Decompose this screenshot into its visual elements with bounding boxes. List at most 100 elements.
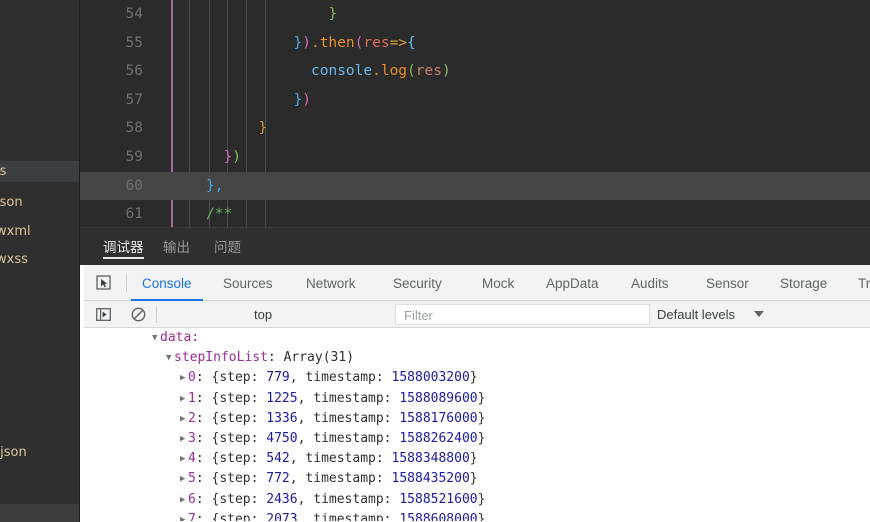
code-line[interactable]: 58}: [80, 114, 870, 143]
entry-step-key: step:: [219, 451, 267, 467]
collapse-triangle-icon[interactable]: ▶: [180, 368, 185, 388]
entry-step-value: 1336: [266, 410, 298, 426]
devtools-tab-appdata[interactable]: AppData: [544, 265, 601, 301]
line-number: 57: [125, 91, 143, 108]
devtools-tab-audits[interactable]: Audits: [629, 265, 671, 301]
devtools-tab-sources[interactable]: Sources: [221, 265, 275, 301]
entry-step-key: step:: [219, 430, 267, 446]
devtools-tab-tr[interactable]: Tr: [856, 265, 870, 301]
panel-tab-2[interactable]: 问题: [211, 228, 244, 265]
entry-open: : {: [195, 390, 220, 406]
entry-timestamp-key: , timestamp:: [297, 491, 400, 507]
console-array-entry[interactable]: ▶ 6: {step: 2436, timestamp: 1588521600}: [84, 490, 870, 510]
inspect-element-icon[interactable]: [93, 272, 115, 293]
devtools-tabbar[interactable]: Console Sources Network Security Mock AppData…: [84, 265, 870, 301]
console-array-entry[interactable]: ▶ 7: {step: 2073, timestamp: 1588608000}: [84, 510, 870, 521]
console-log-levels-label[interactable]: Default levels: [657, 301, 735, 328]
code-line-text: }).then(res=>{: [143, 29, 416, 58]
sidebar-file-item[interactable]: json: [0, 192, 79, 213]
entry-open: : {: [195, 451, 220, 467]
entry-close: }: [477, 390, 486, 406]
console-array-entry[interactable]: ▶ 0: {step: 779, timestamp: 1588003200}: [84, 368, 870, 388]
line-number: 61: [125, 206, 143, 223]
sidebar-file-item[interactable]: js: [0, 161, 79, 182]
sidebar-file-item[interactable]: wxss: [0, 249, 79, 270]
entry-step-key: step:: [219, 471, 267, 487]
line-number: 58: [125, 120, 143, 137]
line-number: 60: [125, 177, 143, 194]
sidebar-file-item[interactable]: wxml: [0, 221, 79, 242]
entry-index: 3: [188, 430, 196, 446]
collapse-triangle-icon[interactable]: ▶: [180, 389, 185, 409]
code-token: ): [302, 34, 311, 51]
code-token: {: [407, 34, 416, 51]
devtools-tab-console[interactable]: Console: [131, 265, 202, 301]
console-row-root[interactable]: ▼ data:: [84, 328, 870, 348]
collapse-triangle-icon[interactable]: ▶: [180, 429, 185, 449]
entry-timestamp-key: , timestamp:: [289, 451, 392, 467]
line-number: 59: [125, 148, 143, 165]
code-token: ): [302, 91, 311, 108]
code-line-text: }): [143, 86, 311, 115]
panel-tab-1[interactable]: 输出: [160, 228, 193, 265]
code-line[interactable]: 57}): [80, 86, 870, 115]
entry-close: }: [477, 430, 486, 446]
expand-triangle-icon[interactable]: ▼: [166, 348, 171, 368]
code-token: (: [407, 63, 416, 80]
entry-index: 1: [188, 390, 196, 406]
line-number: 54: [125, 6, 143, 22]
devtools-tab-mock[interactable]: Mock: [480, 265, 516, 301]
code-token: }: [293, 91, 303, 108]
entry-timestamp-key: , timestamp:: [289, 370, 392, 386]
code-token: res: [363, 34, 390, 51]
console-root-label: data:: [160, 330, 200, 345]
code-line[interactable]: 61 /**: [80, 200, 870, 228]
console-sidebar-icon[interactable]: [93, 305, 113, 324]
console-array-entry[interactable]: ▶ 4: {step: 542, timestamp: 1588348800}: [84, 449, 870, 469]
code-token: then: [319, 34, 355, 51]
collapse-triangle-icon[interactable]: ▶: [180, 409, 185, 429]
devtools-tab-security[interactable]: Security: [391, 265, 444, 301]
array-value-label: Array(31): [283, 350, 355, 366]
code-line[interactable]: 56 console.log(res): [80, 57, 870, 86]
console-array-entry[interactable]: ▶ 3: {step: 4750, timestamp: 1588262400}: [84, 429, 870, 449]
collapse-triangle-icon[interactable]: ▶: [180, 469, 185, 489]
code-editor[interactable]: 54} 55}).then(res=>{56 console.log(res) 57}…: [80, 0, 870, 228]
entry-close: }: [469, 370, 478, 386]
expand-triangle-icon[interactable]: ▼: [152, 328, 157, 348]
code-line[interactable]: 55}).then(res=>{: [80, 29, 870, 58]
panel-tab-0[interactable]: 调试器: [100, 228, 147, 265]
code-line-text: /**: [143, 200, 232, 228]
collapse-triangle-icon[interactable]: ▶: [180, 510, 185, 521]
devtools-tab-storage[interactable]: Storage: [778, 265, 829, 301]
console-filter-input[interactable]: Filter: [395, 304, 650, 325]
console-row-array[interactable]: ▼ stepInfoList: Array(31): [84, 348, 870, 368]
entry-timestamp-key: , timestamp:: [297, 430, 400, 446]
file-explorer-sidebar[interactable]: js json wxml wxss .json: [0, 0, 80, 522]
entry-step-value: 2073: [266, 511, 298, 521]
code-line[interactable]: 59}): [80, 143, 870, 172]
collapse-triangle-icon[interactable]: ▶: [180, 490, 185, 510]
devtools-tab-sensor[interactable]: Sensor: [704, 265, 751, 301]
devtools-tab-network[interactable]: Network: [304, 265, 358, 301]
code-token: .log: [372, 63, 408, 80]
console-array-entry[interactable]: ▶ 1: {step: 1225, timestamp: 1588089600}: [84, 389, 870, 409]
console-array-entry[interactable]: ▶ 2: {step: 1336, timestamp: 1588176000}: [84, 409, 870, 429]
code-line[interactable]: 60},: [80, 171, 870, 201]
code-line-text: },: [143, 172, 223, 201]
collapse-triangle-icon[interactable]: ▶: [180, 449, 185, 469]
code-line[interactable]: 54}: [80, 0, 870, 29]
console-toolbar[interactable]: top Filter Default levels: [84, 301, 870, 328]
console-array-entry[interactable]: ▶ 5: {step: 772, timestamp: 1588435200}: [84, 469, 870, 489]
entry-open: : {: [195, 491, 220, 507]
clear-console-icon[interactable]: [128, 305, 148, 324]
console-output[interactable]: ▼ data: ▼ stepInfoList: Array(31) ▶ 0: {step:…: [84, 328, 870, 521]
entry-timestamp-key: , timestamp:: [297, 511, 400, 521]
entry-index: 2: [188, 410, 196, 426]
entry-index: 6: [188, 491, 196, 507]
levels-chevron-down-icon[interactable]: [754, 311, 764, 317]
entry-index: 4: [188, 451, 196, 467]
sidebar-file-item[interactable]: .json: [0, 442, 79, 463]
entry-step-key: step:: [219, 511, 267, 521]
panel-tabbar[interactable]: 调试器 输出 问题: [80, 228, 870, 265]
